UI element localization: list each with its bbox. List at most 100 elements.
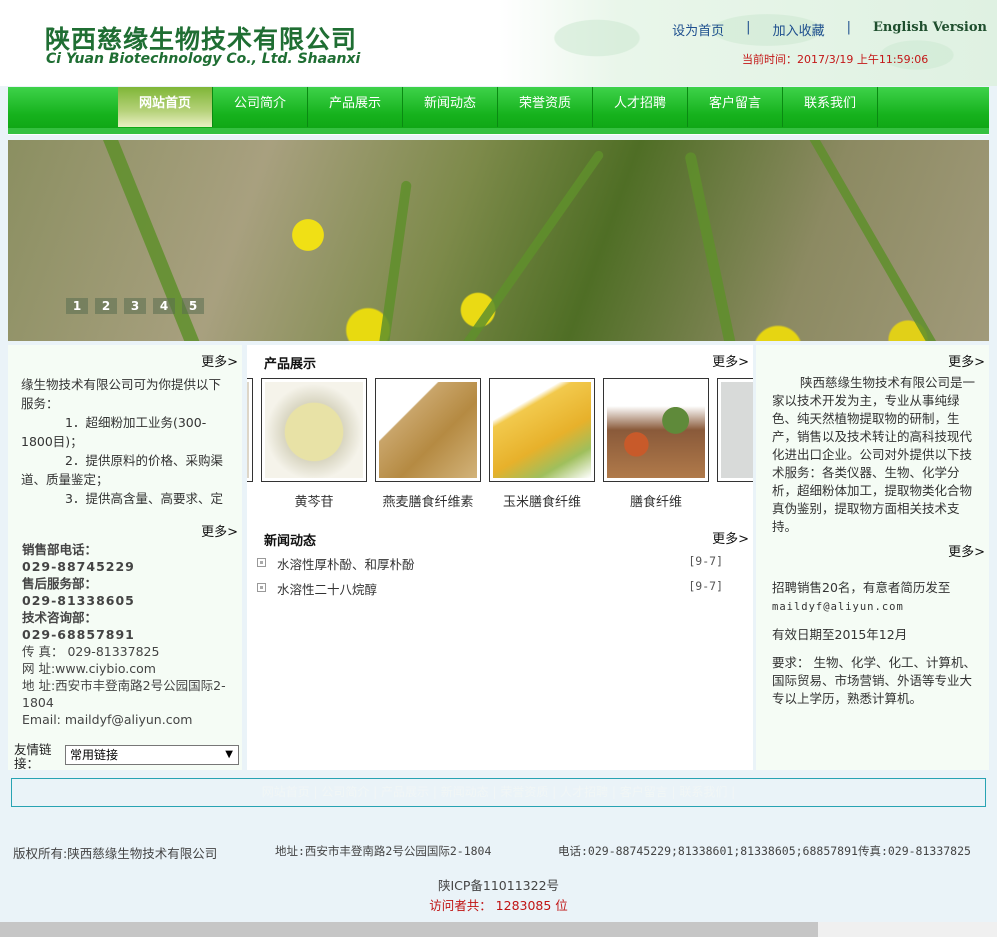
sales-phone: 029-88745229: [22, 559, 135, 574]
address: 地 址:西安市丰登南路2号公园国际2-1804: [22, 678, 226, 710]
products-header: 产品展示 更多>: [247, 348, 753, 372]
intro-text: 缘生物技术有限公司可为你提供以下服务：: [21, 377, 222, 411]
news-item-date: [9-7]: [688, 554, 723, 568]
banner-page-2[interactable]: 2: [95, 298, 117, 314]
jobs-more-link[interactable]: 更多>: [948, 541, 985, 560]
footer-address: 地址:西安市丰登南路2号公园国际2-1804: [275, 844, 492, 858]
banner-image[interactable]: 1 2 3 4 5: [8, 140, 989, 341]
nav-contact[interactable]: 联系我们: [783, 87, 878, 127]
product-name[interactable]: 玉米膳食纤维: [489, 491, 595, 510]
product-card[interactable]: 黄芩苷: [261, 378, 367, 510]
contact-info: 销售部电话： 029-88745229 售后服务部： 029-81338605 …: [22, 541, 238, 728]
banner-page-4[interactable]: 4: [153, 298, 175, 314]
right-column: 更多> 陕西慈缘生物技术有限公司是一家以技术开发为主，专业从事纯绿色、纯天然植物…: [756, 345, 989, 770]
products-more-link[interactable]: 更多>: [712, 351, 749, 370]
jobs-recruit: 招聘销售20名，有意者简历发至: [772, 580, 951, 595]
horizontal-scrollbar[interactable]: [0, 922, 997, 937]
email: Email: maildyf@aliyun.com: [22, 712, 193, 727]
product-card[interactable]: 膳食纤维: [603, 378, 709, 510]
world-map-decoration: [537, 0, 997, 86]
product-image[interactable]: [493, 382, 591, 478]
news-item-date: [9-7]: [688, 579, 723, 593]
product-image[interactable]: [379, 382, 477, 478]
separator: |: [846, 20, 851, 35]
nav-news[interactable]: 新闻动态: [403, 87, 498, 127]
nav-honors[interactable]: 荣誉资质: [498, 87, 593, 127]
jobs-deadline: 有效日期至2015年12月: [772, 627, 908, 642]
visitor-counter: 访问者共： 1283085 位: [429, 898, 568, 913]
news-more-link[interactable]: 更多>: [712, 528, 749, 547]
news-item-title[interactable]: 水溶性二十八烷醇: [277, 579, 377, 598]
website: 网 址:www.ciybio.com: [22, 661, 156, 676]
product-card[interactable]: [247, 378, 253, 482]
news-title: 新闻动态: [264, 534, 317, 549]
product-card[interactable]: 玉米膳食纤维: [489, 378, 595, 510]
about-paragraph: 陕西慈缘生物技术有限公司是一家以技术开发为主，专业从事纯绿色、纯天然植物提取物的…: [772, 375, 976, 534]
friend-links-label: 友情链接：: [14, 742, 52, 771]
banner-stem: [459, 149, 606, 341]
product-name[interactable]: 膳食纤维: [603, 491, 709, 510]
intro-item: 2．提供原料的价格、采购渠道、质量鉴定；: [21, 453, 223, 487]
products-title: 产品展示: [264, 357, 317, 372]
intro-header: 更多>: [8, 348, 242, 370]
product-image[interactable]: [721, 382, 753, 478]
banner-page-3[interactable]: 3: [124, 298, 146, 314]
nav-home[interactable]: 网站首页: [118, 87, 213, 127]
main-nav: 网站首页 公司简介 产品展示 新闻动态 荣誉资质 人才招聘 客户留言 联系我们: [8, 87, 989, 135]
product-carousel: 黄芩苷 燕麦膳食纤维素 玉米膳食纤维 膳食纤维 岩: [247, 378, 753, 513]
bullet-icon: [257, 583, 266, 592]
jobs-header: 更多>: [756, 538, 989, 560]
banner-page-1[interactable]: 1: [66, 298, 88, 314]
jobs-email: maildyf@aliyun.com: [772, 601, 904, 613]
product-image[interactable]: [265, 382, 363, 478]
news-header: 新闻动态 更多>: [247, 525, 753, 549]
banner-stem: [374, 180, 412, 341]
intro-item: 3．提供高含量、高要求、定制型产品的代加工业: [65, 491, 223, 505]
nav-jobs[interactable]: 人才招聘: [593, 87, 688, 127]
scrollbar-thumb[interactable]: [0, 922, 818, 937]
product-card[interactable]: 燕麦膳食纤维素: [375, 378, 481, 510]
news-item-title[interactable]: 水溶性厚朴酚、和厚朴酚: [277, 554, 415, 573]
left-column: 更多> 缘生物技术有限公司可为你提供以下服务： 1．超细粉加工业务(300-18…: [8, 345, 242, 771]
nav-messages[interactable]: 客户留言: [688, 87, 783, 127]
product-card[interactable]: 岩: [717, 378, 753, 510]
intro-item: 1．超细粉加工业务(300-1800目)；: [21, 415, 207, 449]
nav-products[interactable]: 产品展示: [308, 87, 403, 127]
banner-stem: [684, 151, 743, 341]
separator: |: [746, 20, 751, 35]
service-label: 售后服务部：: [22, 576, 98, 591]
about-text: 陕西慈缘生物技术有限公司是一家以技术开发为主，专业从事纯绿色、纯天然植物提取物的…: [772, 374, 984, 536]
dropdown-arrow-icon: ▼: [225, 749, 233, 760]
contact-header: 更多>: [8, 518, 242, 540]
tech-label: 技术咨询部：: [22, 610, 98, 625]
banner-stem: [803, 140, 942, 341]
friend-links-select[interactable]: 常用链接 ▼: [65, 745, 239, 765]
bullet-icon: [257, 558, 266, 567]
banner-pager: 1 2 3 4 5: [66, 298, 204, 314]
about-more-link[interactable]: 更多>: [948, 351, 985, 370]
banner-page-5[interactable]: 5: [182, 298, 204, 314]
about-header: 更多>: [756, 348, 989, 370]
nav-about[interactable]: 公司简介: [213, 87, 308, 127]
service-phone: 029-81338605: [22, 593, 135, 608]
set-homepage-link[interactable]: 设为首页: [672, 20, 724, 39]
current-time: 当前时间：2017/3/19 上午11:59:06: [742, 53, 929, 66]
sales-label: 销售部电话：: [22, 542, 98, 557]
icp-number[interactable]: 陕ICP备11011322号: [0, 875, 997, 894]
product-image[interactable]: [607, 382, 705, 478]
friend-links-selected: 常用链接: [70, 748, 119, 762]
footer-nav[interactable]: 网站首页 | 公司简介 | 产品展示 | 新闻动态 | 荣誉资质 | 人才招聘 …: [11, 778, 986, 807]
contact-more-link[interactable]: 更多>: [201, 521, 238, 540]
service-intro: 缘生物技术有限公司可为你提供以下服务： 1．超细粉加工业务(300-1800目)…: [21, 375, 231, 505]
product-name[interactable]: 黄芩苷: [261, 491, 367, 510]
intro-more-link[interactable]: 更多>: [201, 351, 238, 370]
product-name[interactable]: 燕麦膳食纤维素: [375, 491, 481, 510]
logo-english[interactable]: Ci Yuan Biotechnology Co., Ltd. Shaanxi: [46, 51, 360, 67]
footer-phone: 电话:029-88745229;81338601;81338605;688578…: [558, 844, 971, 858]
add-favorite-link[interactable]: 加入收藏: [773, 20, 825, 39]
product-name[interactable]: 岩: [717, 491, 753, 510]
tech-phone: 029-68857891: [22, 627, 135, 642]
site-header: 陕西慈缘生物技术有限公司 Ci Yuan Biotechnology Co., …: [0, 0, 997, 86]
english-version-link[interactable]: English Version: [873, 20, 987, 39]
product-image[interactable]: [247, 382, 249, 478]
